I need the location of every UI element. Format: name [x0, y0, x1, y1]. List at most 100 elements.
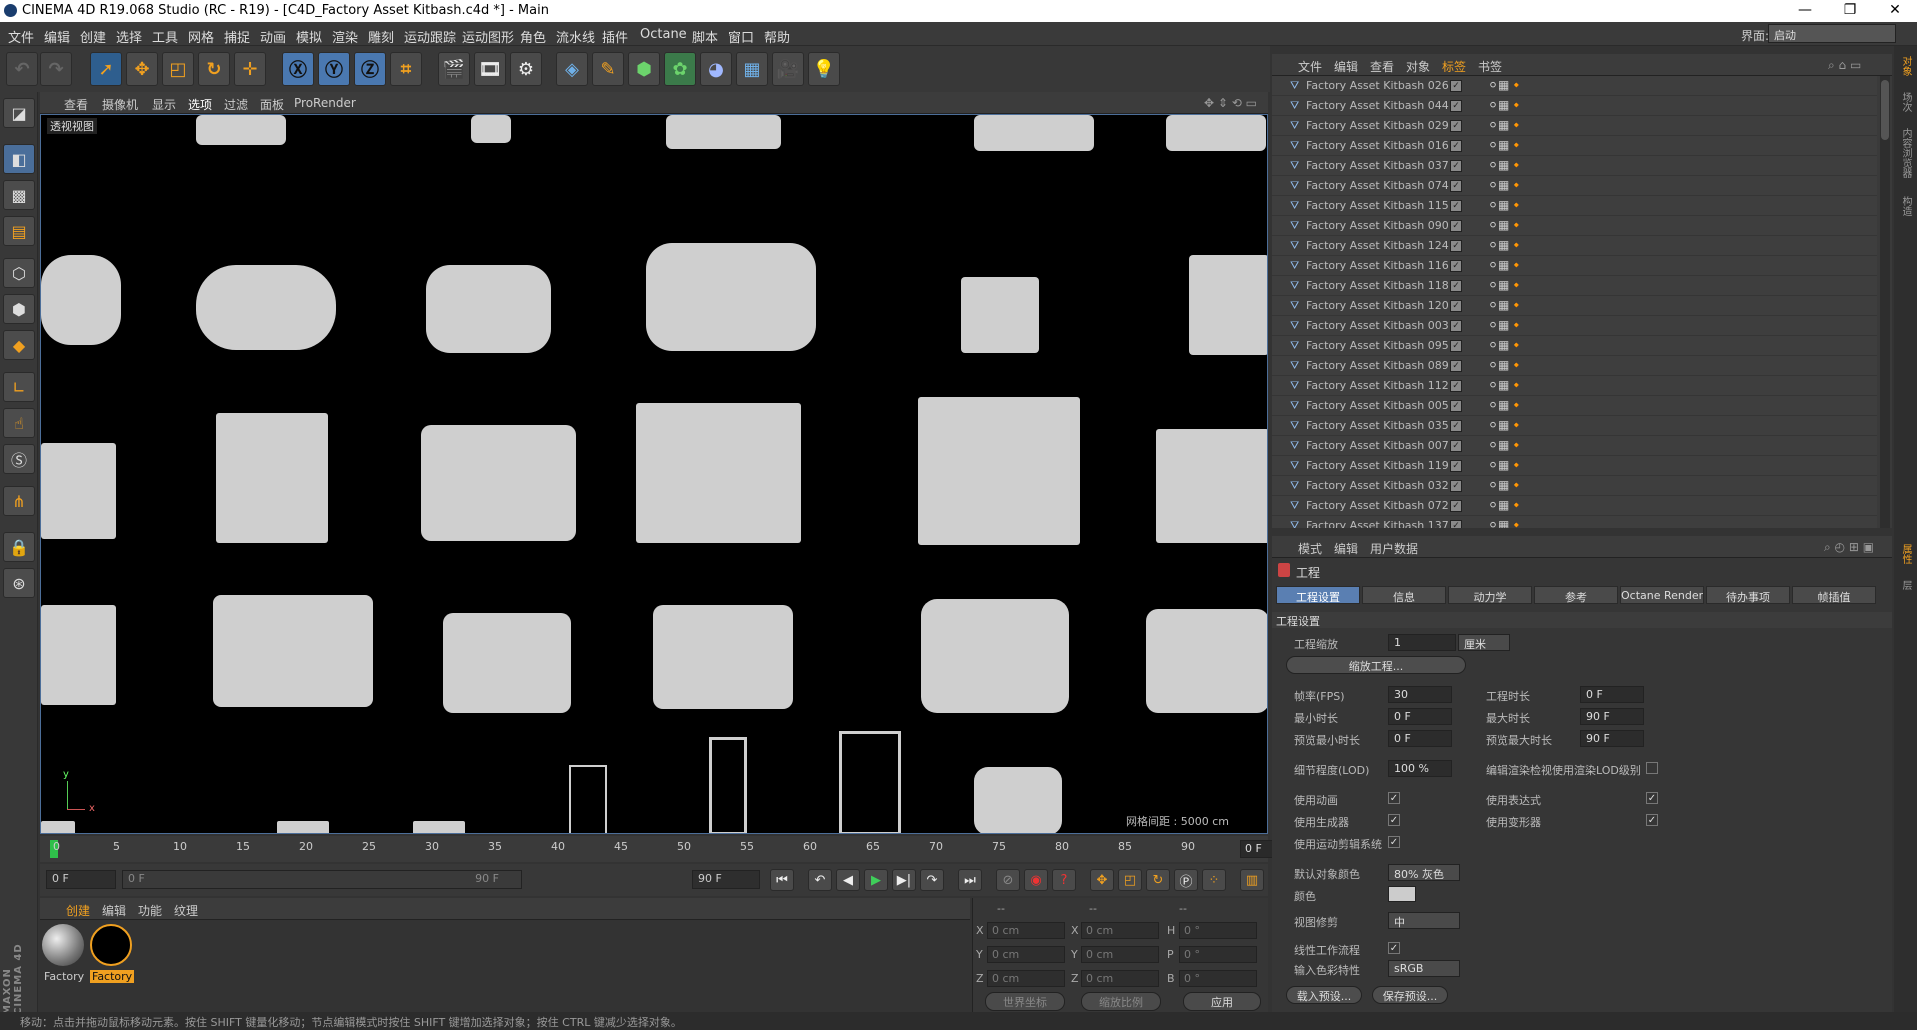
visibility-toggle[interactable]: ✓ — [1450, 400, 1462, 412]
viewport-menu-options[interactable]: 选项 — [188, 96, 212, 113]
object-row[interactable]: ⛛ Factory Asset Kitbash 005 ✓ ⚪▦🔸 — [1272, 396, 1877, 416]
tab-frame-interpolation[interactable]: 帧插值 — [1792, 586, 1876, 604]
menu-mograph[interactable]: 运动图形 — [462, 27, 514, 46]
preview-max-field[interactable]: 90 F — [1580, 730, 1644, 747]
object-row[interactable]: ⛛ Factory Asset Kitbash 074 ✓ ⚪▦🔸 — [1272, 176, 1877, 196]
menu-sculpt[interactable]: 雕刻 — [368, 27, 394, 46]
x-axis-icon[interactable]: Ⓧ — [282, 52, 314, 86]
apply-button[interactable]: 应用 — [1183, 992, 1261, 1011]
right-tab-attributes[interactable]: 属性 — [1898, 544, 1913, 564]
right-tab-layers[interactable]: 层 — [1898, 580, 1913, 590]
solo-icon[interactable]: Ⓢ — [3, 444, 35, 474]
visibility-toggle[interactable]: ✓ — [1450, 240, 1462, 252]
viewport-menu-filter[interactable]: 过滤 — [224, 96, 248, 113]
object-row[interactable]: ⛛ Factory Asset Kitbash 016 ✓ ⚪▦🔸 — [1272, 136, 1877, 156]
object-menu-edit[interactable]: 编辑 — [1334, 58, 1358, 75]
edges-mode-icon[interactable]: ⬢ — [3, 294, 35, 324]
move-icon[interactable]: ✥ — [126, 52, 158, 86]
material-preview-selected[interactable] — [90, 924, 132, 966]
size-mode-select[interactable]: 缩放比例 — [1081, 992, 1161, 1011]
object-row[interactable]: ⛛ Factory Asset Kitbash 116 ✓ ⚪▦🔸 — [1272, 256, 1877, 276]
pen-icon[interactable]: ✎ — [592, 52, 624, 86]
visibility-toggle[interactable]: ✓ — [1450, 120, 1462, 132]
viewport-menu-display[interactable]: 显示 — [152, 96, 176, 113]
scrollbar-thumb[interactable] — [1881, 80, 1889, 140]
auto-key-icon[interactable]: ◉ — [1024, 869, 1048, 891]
goto-start-icon[interactable]: ⏮ — [770, 869, 794, 891]
linear-workflow-checkbox[interactable]: ✓ — [1388, 942, 1400, 954]
goto-end-icon[interactable]: ⏭ — [958, 869, 982, 891]
project-length-field[interactable]: 0 F — [1580, 686, 1644, 703]
object-menu-tags[interactable]: 标签 — [1442, 58, 1466, 75]
viewport-nav-icon[interactable]: ✥ ⇕ ⟲ ▭ — [1204, 96, 1257, 110]
material-preview[interactable] — [42, 924, 84, 966]
visibility-toggle[interactable]: ✓ — [1450, 460, 1462, 472]
lod-field[interactable]: 100 % — [1388, 760, 1452, 777]
render-settings-icon[interactable]: ⚙ — [510, 52, 542, 86]
texture-mode-icon[interactable]: ▩ — [3, 180, 35, 210]
search-icon[interactable]: ⌕ ⌂ ▭ — [1828, 58, 1861, 73]
tweak-mode-icon[interactable]: ☝ — [3, 408, 35, 438]
color-swatch[interactable] — [1388, 886, 1416, 902]
color-profile-select[interactable]: sRGB — [1388, 960, 1460, 977]
lock-workplane-icon[interactable]: 🔒 — [3, 532, 35, 562]
viewport-menu-prorender[interactable]: ProRender — [294, 96, 356, 110]
use-generators-checkbox[interactable]: ✓ — [1388, 814, 1400, 826]
menu-help[interactable]: 帮助 — [764, 27, 790, 46]
menu-character[interactable]: 角色 — [520, 27, 546, 46]
timeline-layout-icon[interactable]: ▥ — [1240, 869, 1264, 891]
right-tab-objects[interactable]: 对象 — [1898, 56, 1913, 76]
start-frame-field[interactable]: 0 F — [46, 870, 116, 889]
visibility-toggle[interactable]: ✓ — [1450, 320, 1462, 332]
next-key-icon[interactable]: ↷ — [920, 869, 944, 891]
redo-icon[interactable]: ↷ — [40, 52, 72, 86]
visibility-toggle[interactable]: ✓ — [1450, 80, 1462, 92]
tab-todo[interactable]: 待办事项 — [1706, 586, 1790, 604]
menu-octane[interactable]: Octane — [640, 27, 687, 42]
position-z-field[interactable]: 0 cm — [987, 970, 1065, 987]
object-menu-view[interactable]: 查看 — [1370, 58, 1394, 75]
visibility-toggle[interactable]: ✓ — [1450, 340, 1462, 352]
save-preset-button[interactable]: 保存预设... — [1372, 986, 1448, 1004]
max-time-field[interactable]: 90 F — [1580, 708, 1644, 725]
tab-reference[interactable]: 参考 — [1534, 586, 1618, 604]
prev-frame-icon[interactable]: ◀ — [836, 869, 860, 891]
material-menu-function[interactable]: 功能 — [138, 902, 162, 919]
object-row[interactable]: ⛛ Factory Asset Kitbash 090 ✓ ⚪▦🔸 — [1272, 216, 1877, 236]
visibility-toggle[interactable]: ✓ — [1450, 100, 1462, 112]
object-row[interactable]: ⛛ Factory Asset Kitbash 037 ✓ ⚪▦🔸 — [1272, 156, 1877, 176]
preview-min-field[interactable]: 0 F — [1388, 730, 1452, 747]
object-menu-objects[interactable]: 对象 — [1406, 58, 1430, 75]
visibility-toggle[interactable]: ✓ — [1450, 280, 1462, 292]
position-x-field[interactable]: 0 cm — [987, 922, 1065, 939]
menu-pipeline[interactable]: 流水线 — [556, 27, 595, 46]
key-rotation-icon[interactable]: ↻ — [1146, 869, 1170, 891]
key-pla-icon[interactable]: ⁘ — [1202, 869, 1226, 891]
menu-simulate[interactable]: 模拟 — [296, 27, 322, 46]
array-icon[interactable]: ✿ — [664, 52, 696, 86]
end-frame-field[interactable]: 90 F — [692, 870, 760, 889]
size-z-field[interactable]: 0 cm — [1081, 970, 1159, 987]
play-icon[interactable]: ▶ — [864, 869, 888, 891]
menu-create[interactable]: 创建 — [80, 27, 106, 46]
menu-render[interactable]: 渲染 — [332, 27, 358, 46]
rotation-p-field[interactable]: 0 ° — [1179, 946, 1257, 963]
undo-icon[interactable]: ↶ — [6, 52, 38, 86]
rotate-icon[interactable]: ↻ — [198, 52, 230, 86]
menu-edit[interactable]: 编辑 — [44, 27, 70, 46]
object-row[interactable]: ⛛ Factory Asset Kitbash 007 ✓ ⚪▦🔸 — [1272, 436, 1877, 456]
coordinate-system-icon[interactable]: ⌗ — [390, 52, 422, 86]
visibility-toggle[interactable]: ✓ — [1450, 260, 1462, 272]
viewport-menu-cameras[interactable]: 摄像机 — [102, 96, 138, 113]
object-row[interactable]: ⛛ Factory Asset Kitbash 035 ✓ ⚪▦🔸 — [1272, 416, 1877, 436]
use-expressions-checkbox[interactable]: ✓ — [1646, 792, 1658, 804]
close-button[interactable]: ✕ — [1880, 2, 1910, 18]
material-menu-texture[interactable]: 纹理 — [174, 902, 198, 919]
material-menu-edit[interactable]: 编辑 — [102, 902, 126, 919]
next-frame-icon[interactable]: ▶| — [892, 869, 916, 891]
object-menu-bookmarks[interactable]: 书签 — [1478, 58, 1502, 75]
object-row[interactable]: ⛛ Factory Asset Kitbash 120 ✓ ⚪▦🔸 — [1272, 296, 1877, 316]
layout-select[interactable]: 启动 — [1768, 24, 1896, 43]
keyframe-selection-icon[interactable]: ? — [1052, 869, 1076, 891]
menu-window[interactable]: 窗口 — [728, 27, 754, 46]
